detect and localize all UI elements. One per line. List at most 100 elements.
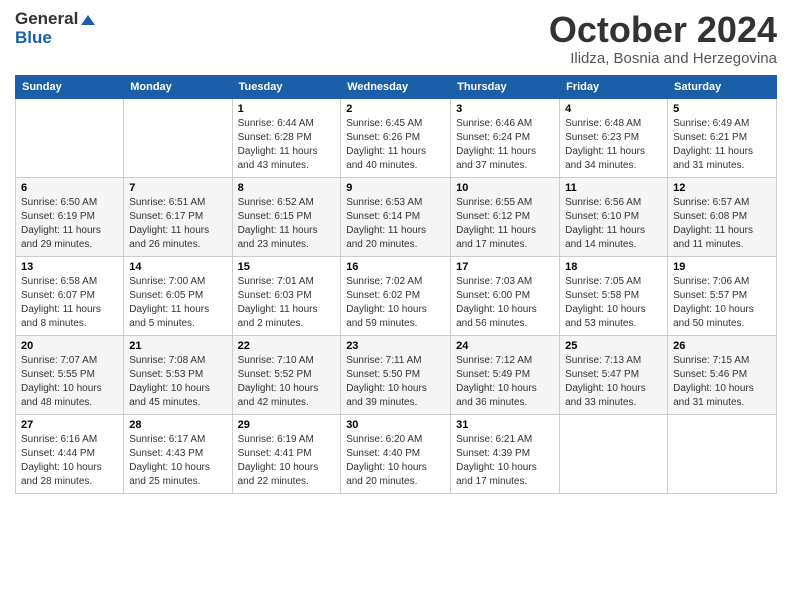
header: General Blue October 2024 Ilidza, Bosnia… xyxy=(15,10,777,67)
table-row: 30 Sunrise: 6:20 AMSunset: 4:40 PMDaylig… xyxy=(341,414,451,493)
table-row: 11 Sunrise: 6:56 AMSunset: 6:10 PMDaylig… xyxy=(560,177,668,256)
day-number: 4 xyxy=(565,103,662,115)
day-number: 17 xyxy=(456,261,554,273)
day-number: 3 xyxy=(456,103,554,115)
table-row: 14 Sunrise: 7:00 AMSunset: 6:05 PMDaylig… xyxy=(124,256,232,335)
day-number: 5 xyxy=(673,103,771,115)
day-number: 11 xyxy=(565,182,662,194)
table-row: 4 Sunrise: 6:48 AMSunset: 6:23 PMDayligh… xyxy=(560,98,668,177)
day-info: Sunrise: 6:16 AMSunset: 4:44 PMDaylight:… xyxy=(21,434,102,487)
table-row: 8 Sunrise: 6:52 AMSunset: 6:15 PMDayligh… xyxy=(232,177,341,256)
day-info: Sunrise: 7:10 AMSunset: 5:52 PMDaylight:… xyxy=(238,355,319,408)
day-number: 27 xyxy=(21,419,118,431)
day-number: 25 xyxy=(565,340,662,352)
day-info: Sunrise: 6:53 AMSunset: 6:14 PMDaylight:… xyxy=(346,197,426,250)
day-info: Sunrise: 7:11 AMSunset: 5:50 PMDaylight:… xyxy=(346,355,427,408)
day-info: Sunrise: 6:55 AMSunset: 6:12 PMDaylight:… xyxy=(456,197,536,250)
day-info: Sunrise: 6:51 AMSunset: 6:17 PMDaylight:… xyxy=(129,197,209,250)
day-number: 31 xyxy=(456,419,554,431)
logo: General Blue xyxy=(15,10,95,47)
calendar-week-3: 13 Sunrise: 6:58 AMSunset: 6:07 PMDaylig… xyxy=(16,256,777,335)
title-section: October 2024 Ilidza, Bosnia and Herzegov… xyxy=(549,10,777,67)
day-number: 18 xyxy=(565,261,662,273)
day-info: Sunrise: 6:50 AMSunset: 6:19 PMDaylight:… xyxy=(21,197,101,250)
header-thursday: Thursday xyxy=(451,75,560,98)
calendar-week-5: 27 Sunrise: 6:16 AMSunset: 4:44 PMDaylig… xyxy=(16,414,777,493)
table-row: 17 Sunrise: 7:03 AMSunset: 6:00 PMDaylig… xyxy=(451,256,560,335)
day-info: Sunrise: 6:48 AMSunset: 6:23 PMDaylight:… xyxy=(565,118,645,171)
table-row: 19 Sunrise: 7:06 AMSunset: 5:57 PMDaylig… xyxy=(668,256,777,335)
day-number: 7 xyxy=(129,182,226,194)
table-row: 29 Sunrise: 6:19 AMSunset: 4:41 PMDaylig… xyxy=(232,414,341,493)
day-info: Sunrise: 6:49 AMSunset: 6:21 PMDaylight:… xyxy=(673,118,753,171)
day-info: Sunrise: 6:20 AMSunset: 4:40 PMDaylight:… xyxy=(346,434,427,487)
day-number: 12 xyxy=(673,182,771,194)
table-row: 24 Sunrise: 7:12 AMSunset: 5:49 PMDaylig… xyxy=(451,335,560,414)
table-row: 10 Sunrise: 6:55 AMSunset: 6:12 PMDaylig… xyxy=(451,177,560,256)
month-title: October 2024 xyxy=(549,10,777,50)
day-number: 30 xyxy=(346,419,445,431)
day-number: 9 xyxy=(346,182,445,194)
day-info: Sunrise: 7:02 AMSunset: 6:02 PMDaylight:… xyxy=(346,276,427,329)
table-row: 13 Sunrise: 6:58 AMSunset: 6:07 PMDaylig… xyxy=(16,256,124,335)
calendar-week-2: 6 Sunrise: 6:50 AMSunset: 6:19 PMDayligh… xyxy=(16,177,777,256)
header-sunday: Sunday xyxy=(16,75,124,98)
day-number: 13 xyxy=(21,261,118,273)
header-tuesday: Tuesday xyxy=(232,75,341,98)
table-row: 23 Sunrise: 7:11 AMSunset: 5:50 PMDaylig… xyxy=(341,335,451,414)
day-number: 14 xyxy=(129,261,226,273)
table-row: 25 Sunrise: 7:13 AMSunset: 5:47 PMDaylig… xyxy=(560,335,668,414)
day-number: 21 xyxy=(129,340,226,352)
day-info: Sunrise: 7:05 AMSunset: 5:58 PMDaylight:… xyxy=(565,276,646,329)
day-number: 8 xyxy=(238,182,336,194)
table-row: 1 Sunrise: 6:44 AMSunset: 6:28 PMDayligh… xyxy=(232,98,341,177)
table-row: 28 Sunrise: 6:17 AMSunset: 4:43 PMDaylig… xyxy=(124,414,232,493)
table-row: 31 Sunrise: 6:21 AMSunset: 4:39 PMDaylig… xyxy=(451,414,560,493)
table-row: 7 Sunrise: 6:51 AMSunset: 6:17 PMDayligh… xyxy=(124,177,232,256)
day-number: 20 xyxy=(21,340,118,352)
day-number: 28 xyxy=(129,419,226,431)
day-number: 6 xyxy=(21,182,118,194)
location: Ilidza, Bosnia and Herzegovina xyxy=(549,50,777,67)
day-info: Sunrise: 7:13 AMSunset: 5:47 PMDaylight:… xyxy=(565,355,646,408)
logo-general: General xyxy=(15,10,95,29)
table-row: 16 Sunrise: 7:02 AMSunset: 6:02 PMDaylig… xyxy=(341,256,451,335)
day-info: Sunrise: 6:44 AMSunset: 6:28 PMDaylight:… xyxy=(238,118,318,171)
day-info: Sunrise: 6:58 AMSunset: 6:07 PMDaylight:… xyxy=(21,276,101,329)
day-number: 1 xyxy=(238,103,336,115)
table-row xyxy=(16,98,124,177)
day-number: 23 xyxy=(346,340,445,352)
table-row: 18 Sunrise: 7:05 AMSunset: 5:58 PMDaylig… xyxy=(560,256,668,335)
day-info: Sunrise: 6:56 AMSunset: 6:10 PMDaylight:… xyxy=(565,197,645,250)
table-row: 26 Sunrise: 7:15 AMSunset: 5:46 PMDaylig… xyxy=(668,335,777,414)
day-info: Sunrise: 7:06 AMSunset: 5:57 PMDaylight:… xyxy=(673,276,754,329)
logo-blue: Blue xyxy=(15,29,95,48)
table-row xyxy=(668,414,777,493)
table-row: 22 Sunrise: 7:10 AMSunset: 5:52 PMDaylig… xyxy=(232,335,341,414)
day-info: Sunrise: 7:15 AMSunset: 5:46 PMDaylight:… xyxy=(673,355,754,408)
table-row: 20 Sunrise: 7:07 AMSunset: 5:55 PMDaylig… xyxy=(16,335,124,414)
day-number: 10 xyxy=(456,182,554,194)
table-row xyxy=(560,414,668,493)
table-row: 15 Sunrise: 7:01 AMSunset: 6:03 PMDaylig… xyxy=(232,256,341,335)
day-number: 22 xyxy=(238,340,336,352)
day-info: Sunrise: 7:12 AMSunset: 5:49 PMDaylight:… xyxy=(456,355,537,408)
header-row: Sunday Monday Tuesday Wednesday Thursday… xyxy=(16,75,777,98)
day-number: 19 xyxy=(673,261,771,273)
day-info: Sunrise: 6:17 AMSunset: 4:43 PMDaylight:… xyxy=(129,434,210,487)
header-wednesday: Wednesday xyxy=(341,75,451,98)
day-number: 2 xyxy=(346,103,445,115)
table-row: 9 Sunrise: 6:53 AMSunset: 6:14 PMDayligh… xyxy=(341,177,451,256)
table-row: 3 Sunrise: 6:46 AMSunset: 6:24 PMDayligh… xyxy=(451,98,560,177)
table-row: 5 Sunrise: 6:49 AMSunset: 6:21 PMDayligh… xyxy=(668,98,777,177)
calendar-container: General Blue October 2024 Ilidza, Bosnia… xyxy=(0,0,792,504)
table-row: 6 Sunrise: 6:50 AMSunset: 6:19 PMDayligh… xyxy=(16,177,124,256)
calendar-week-4: 20 Sunrise: 7:07 AMSunset: 5:55 PMDaylig… xyxy=(16,335,777,414)
table-row: 12 Sunrise: 6:57 AMSunset: 6:08 PMDaylig… xyxy=(668,177,777,256)
header-monday: Monday xyxy=(124,75,232,98)
day-info: Sunrise: 7:08 AMSunset: 5:53 PMDaylight:… xyxy=(129,355,210,408)
day-number: 26 xyxy=(673,340,771,352)
table-row: 27 Sunrise: 6:16 AMSunset: 4:44 PMDaylig… xyxy=(16,414,124,493)
table-row: 21 Sunrise: 7:08 AMSunset: 5:53 PMDaylig… xyxy=(124,335,232,414)
day-info: Sunrise: 6:46 AMSunset: 6:24 PMDaylight:… xyxy=(456,118,536,171)
